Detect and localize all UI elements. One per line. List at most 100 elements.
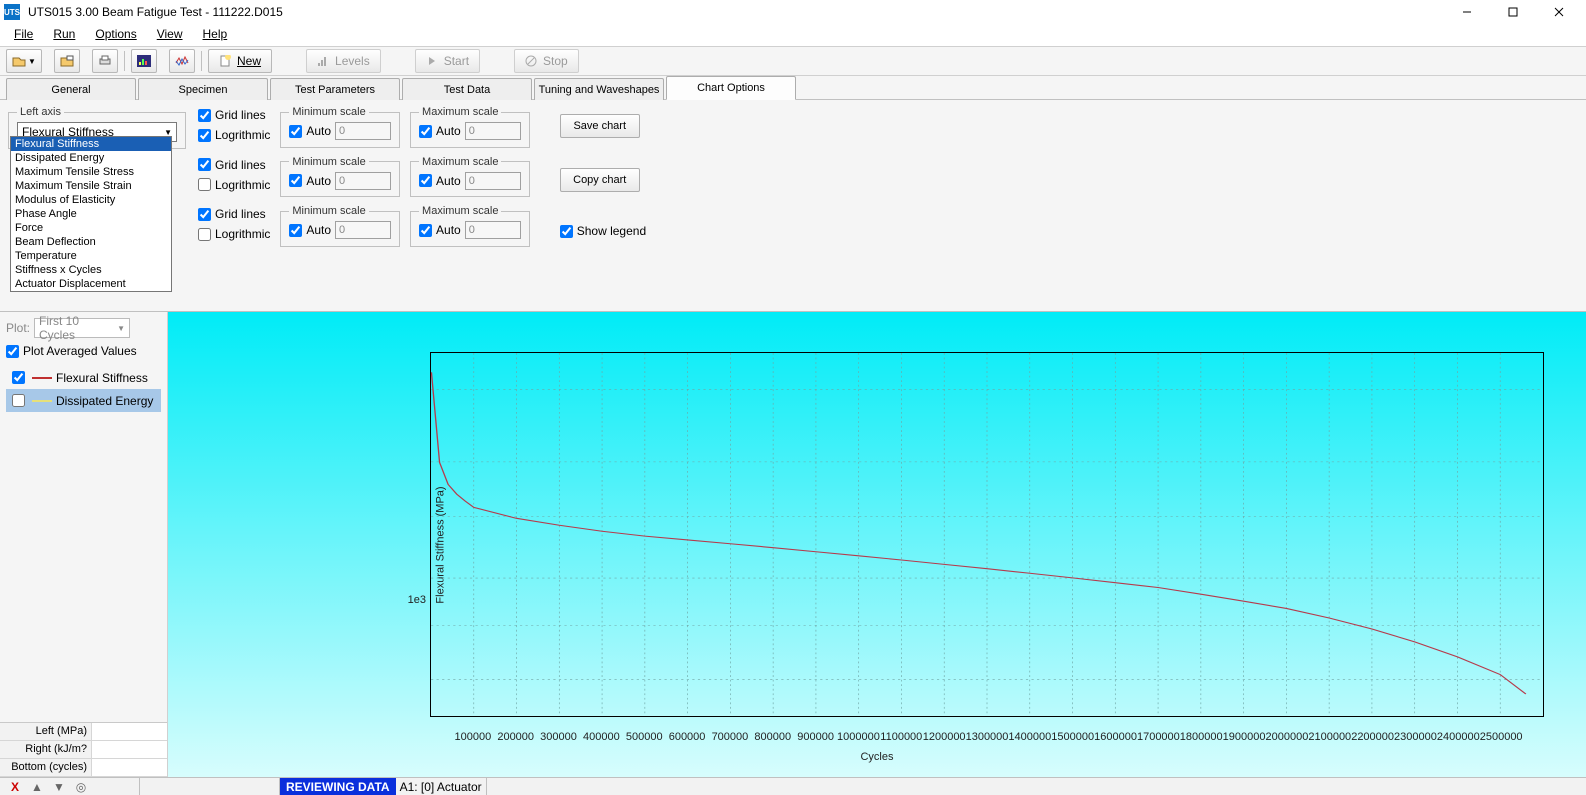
maximize-button[interactable] bbox=[1490, 0, 1536, 24]
show-legend-checkbox[interactable]: Show legend bbox=[560, 222, 646, 240]
copy-chart-button[interactable]: Copy chart bbox=[560, 168, 640, 192]
min-auto-checkbox-0[interactable]: Auto bbox=[289, 122, 331, 140]
min-scale-group-2: Minimum scaleAuto bbox=[280, 205, 400, 247]
app-icon: UTS bbox=[4, 4, 20, 20]
chart-options-panel: Left axis Flexural Stiffness▼ Grid lines… bbox=[0, 100, 1586, 312]
max-scale-input-2[interactable] bbox=[465, 221, 521, 239]
logarithmic-checkbox-1[interactable]: Logrithmic bbox=[198, 176, 270, 194]
x-tick: 2300000 bbox=[1394, 731, 1437, 743]
max-auto-checkbox-2[interactable]: Auto bbox=[419, 221, 461, 239]
levels-button[interactable]: Levels bbox=[306, 49, 381, 73]
close-button[interactable] bbox=[1536, 0, 1582, 24]
chart-icon-button[interactable] bbox=[131, 49, 157, 73]
max-scale-group-1: Maximum scaleAuto bbox=[410, 156, 530, 198]
min-auto-checkbox-2[interactable]: Auto bbox=[289, 221, 331, 239]
status-actuator: A1: [0] Actuator bbox=[396, 778, 487, 795]
logarithmic-checkbox-0[interactable]: Logrithmic bbox=[198, 126, 270, 144]
axis-readout-value bbox=[92, 741, 167, 758]
axis-readout-label: Right (kJ/m? bbox=[0, 741, 92, 758]
tab-bar: GeneralSpecimenTest ParametersTest DataT… bbox=[0, 76, 1586, 100]
x-tick: 100000 bbox=[454, 731, 491, 743]
status-alert-icon[interactable]: X bbox=[6, 780, 24, 794]
dropdown-option[interactable]: Beam Deflection bbox=[11, 235, 171, 249]
tab-test-data[interactable]: Test Data bbox=[402, 78, 532, 100]
toolbar: ▼ New Levels Start Stop bbox=[0, 46, 1586, 76]
open-button[interactable]: ▼ bbox=[6, 49, 42, 73]
chart-sidebar: Plot: First 10 Cycles▼ Plot Averaged Val… bbox=[0, 312, 168, 777]
chart-pane: Flexural Stiffness (MPa) 1e3 10000020000… bbox=[168, 312, 1586, 777]
levels-icon bbox=[317, 55, 329, 67]
menu-options[interactable]: Options bbox=[85, 24, 146, 46]
x-tick: 1200000 bbox=[923, 731, 966, 743]
dropdown-option[interactable]: Stiffness x Cycles bbox=[11, 263, 171, 277]
status-down-icon[interactable]: ▼ bbox=[50, 780, 68, 794]
menu-run[interactable]: Run bbox=[43, 24, 85, 46]
stop-button[interactable]: Stop bbox=[514, 49, 579, 73]
dropdown-option[interactable]: Flexural Stiffness bbox=[11, 137, 171, 151]
gridlines-checkbox-0[interactable]: Grid lines bbox=[198, 106, 270, 124]
start-button[interactable]: Start bbox=[415, 49, 480, 73]
menu-file[interactable]: File bbox=[4, 24, 43, 46]
min-scale-input-2[interactable] bbox=[335, 221, 391, 239]
signal-icon-button[interactable] bbox=[169, 49, 195, 73]
tab-tuning-and-waveshapes[interactable]: Tuning and Waveshapes bbox=[534, 78, 664, 100]
status-target-icon[interactable]: ◎ bbox=[72, 780, 90, 794]
x-tick: 1500000 bbox=[1051, 731, 1094, 743]
x-axis-label: Cycles bbox=[860, 751, 893, 763]
work-area: Plot: First 10 Cycles▼ Plot Averaged Val… bbox=[0, 312, 1586, 777]
menu-help[interactable]: Help bbox=[193, 24, 238, 46]
stop-icon bbox=[525, 55, 537, 67]
series-toggle-flexural-stiffness[interactable]: Flexural Stiffness bbox=[6, 366, 161, 389]
tab-general[interactable]: General bbox=[6, 78, 136, 100]
tab-specimen[interactable]: Specimen bbox=[138, 78, 268, 100]
dropdown-option[interactable]: Modulus of Elasticity bbox=[11, 193, 171, 207]
series-toggle-dissipated-energy[interactable]: Dissipated Energy bbox=[6, 389, 161, 412]
print-button[interactable] bbox=[92, 49, 118, 73]
tab-chart-options[interactable]: Chart Options bbox=[666, 76, 796, 100]
left-axis-dropdown[interactable]: Flexural StiffnessDissipated EnergyMaxim… bbox=[10, 136, 172, 292]
minimize-button[interactable] bbox=[1444, 0, 1490, 24]
min-scale-input-0[interactable] bbox=[335, 122, 391, 140]
dropdown-option[interactable]: Dissipated Energy bbox=[11, 151, 171, 165]
dropdown-option[interactable]: Actuator Displacement bbox=[11, 277, 171, 291]
max-scale-input-0[interactable] bbox=[465, 122, 521, 140]
plot-combo[interactable]: First 10 Cycles▼ bbox=[34, 318, 130, 338]
x-tick: 700000 bbox=[712, 731, 749, 743]
y-tick: 1e3 bbox=[408, 594, 426, 606]
save-chart-button[interactable]: Save chart bbox=[560, 114, 640, 138]
plot-area[interactable] bbox=[430, 352, 1544, 717]
status-bar: X ▲ ▼ ◎ REVIEWING DATA A1: [0] Actuator bbox=[0, 777, 1586, 795]
max-auto-checkbox-0[interactable]: Auto bbox=[419, 122, 461, 140]
axis-readout-value bbox=[92, 759, 167, 776]
max-auto-checkbox-1[interactable]: Auto bbox=[419, 172, 461, 190]
dropdown-option[interactable]: Phase Angle bbox=[11, 207, 171, 221]
x-tick: 2100000 bbox=[1308, 731, 1351, 743]
gridlines-checkbox-1[interactable]: Grid lines bbox=[198, 156, 270, 174]
x-tick: 1700000 bbox=[1137, 731, 1180, 743]
tab-test-parameters[interactable]: Test Parameters bbox=[270, 78, 400, 100]
titlebar: UTS UTS015 3.00 Beam Fatigue Test - 1112… bbox=[0, 0, 1586, 24]
x-tick: 1300000 bbox=[966, 731, 1009, 743]
dropdown-option[interactable]: Maximum Tensile Strain bbox=[11, 179, 171, 193]
axis-readout-label: Left (MPa) bbox=[0, 723, 92, 740]
menu-view[interactable]: View bbox=[147, 24, 193, 46]
plot-averaged-checkbox[interactable]: Plot Averaged Values bbox=[6, 342, 161, 360]
gridlines-checkbox-2[interactable]: Grid lines bbox=[198, 205, 270, 223]
x-tick: 1800000 bbox=[1180, 731, 1223, 743]
dropdown-option[interactable]: Temperature bbox=[11, 249, 171, 263]
new-button[interactable]: New bbox=[208, 49, 272, 73]
window-title: UTS015 3.00 Beam Fatigue Test - 111222.D… bbox=[26, 5, 1444, 19]
dropdown-option[interactable]: Maximum Tensile Stress bbox=[11, 165, 171, 179]
min-auto-checkbox-1[interactable]: Auto bbox=[289, 172, 331, 190]
x-tick: 1400000 bbox=[1008, 731, 1051, 743]
x-tick: 1900000 bbox=[1223, 731, 1266, 743]
dropdown-option[interactable]: Force bbox=[11, 221, 171, 235]
max-scale-group-2: Maximum scaleAuto bbox=[410, 205, 530, 247]
status-up-icon[interactable]: ▲ bbox=[28, 780, 46, 794]
x-tick: 200000 bbox=[497, 731, 534, 743]
logarithmic-checkbox-2[interactable]: Logrithmic bbox=[198, 225, 270, 243]
save-button[interactable] bbox=[54, 49, 80, 73]
max-scale-input-1[interactable] bbox=[465, 172, 521, 190]
min-scale-input-1[interactable] bbox=[335, 172, 391, 190]
status-reviewing: REVIEWING DATA bbox=[280, 778, 396, 795]
